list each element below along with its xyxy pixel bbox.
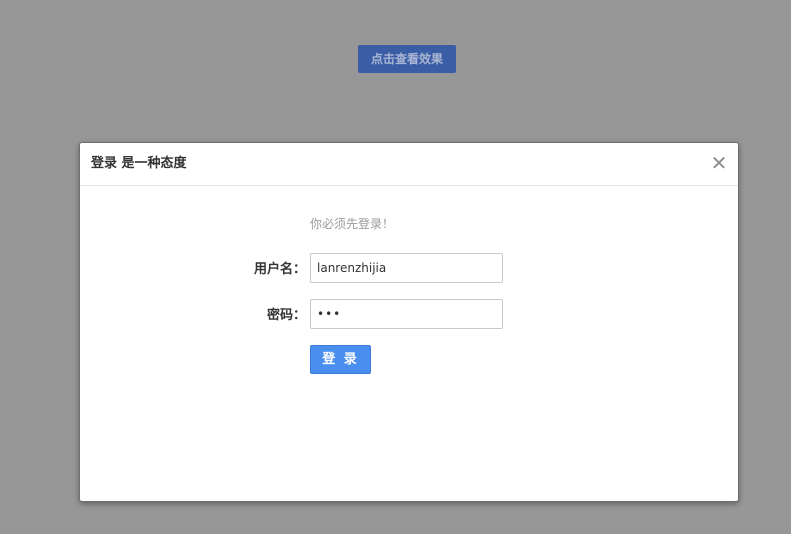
username-label: 用户名： — [253, 262, 306, 277]
login-dialog: 登录 是一种态度 ✕ 你必须先登录！ 用户名： 密码： 登 录 — [79, 142, 739, 502]
dialog-header: 登录 是一种态度 ✕ — [80, 143, 738, 186]
login-button[interactable]: 登 录 — [310, 345, 371, 374]
login-required-notice: 你必须先登录！ — [310, 217, 395, 231]
password-input[interactable] — [310, 299, 503, 329]
dialog-title: 登录 是一种态度 — [91, 156, 187, 171]
show-effect-button[interactable]: 点击查看效果 — [358, 45, 456, 73]
close-icon[interactable]: ✕ — [710, 153, 728, 173]
password-label: 密码： — [266, 308, 306, 323]
username-input[interactable] — [310, 253, 503, 283]
